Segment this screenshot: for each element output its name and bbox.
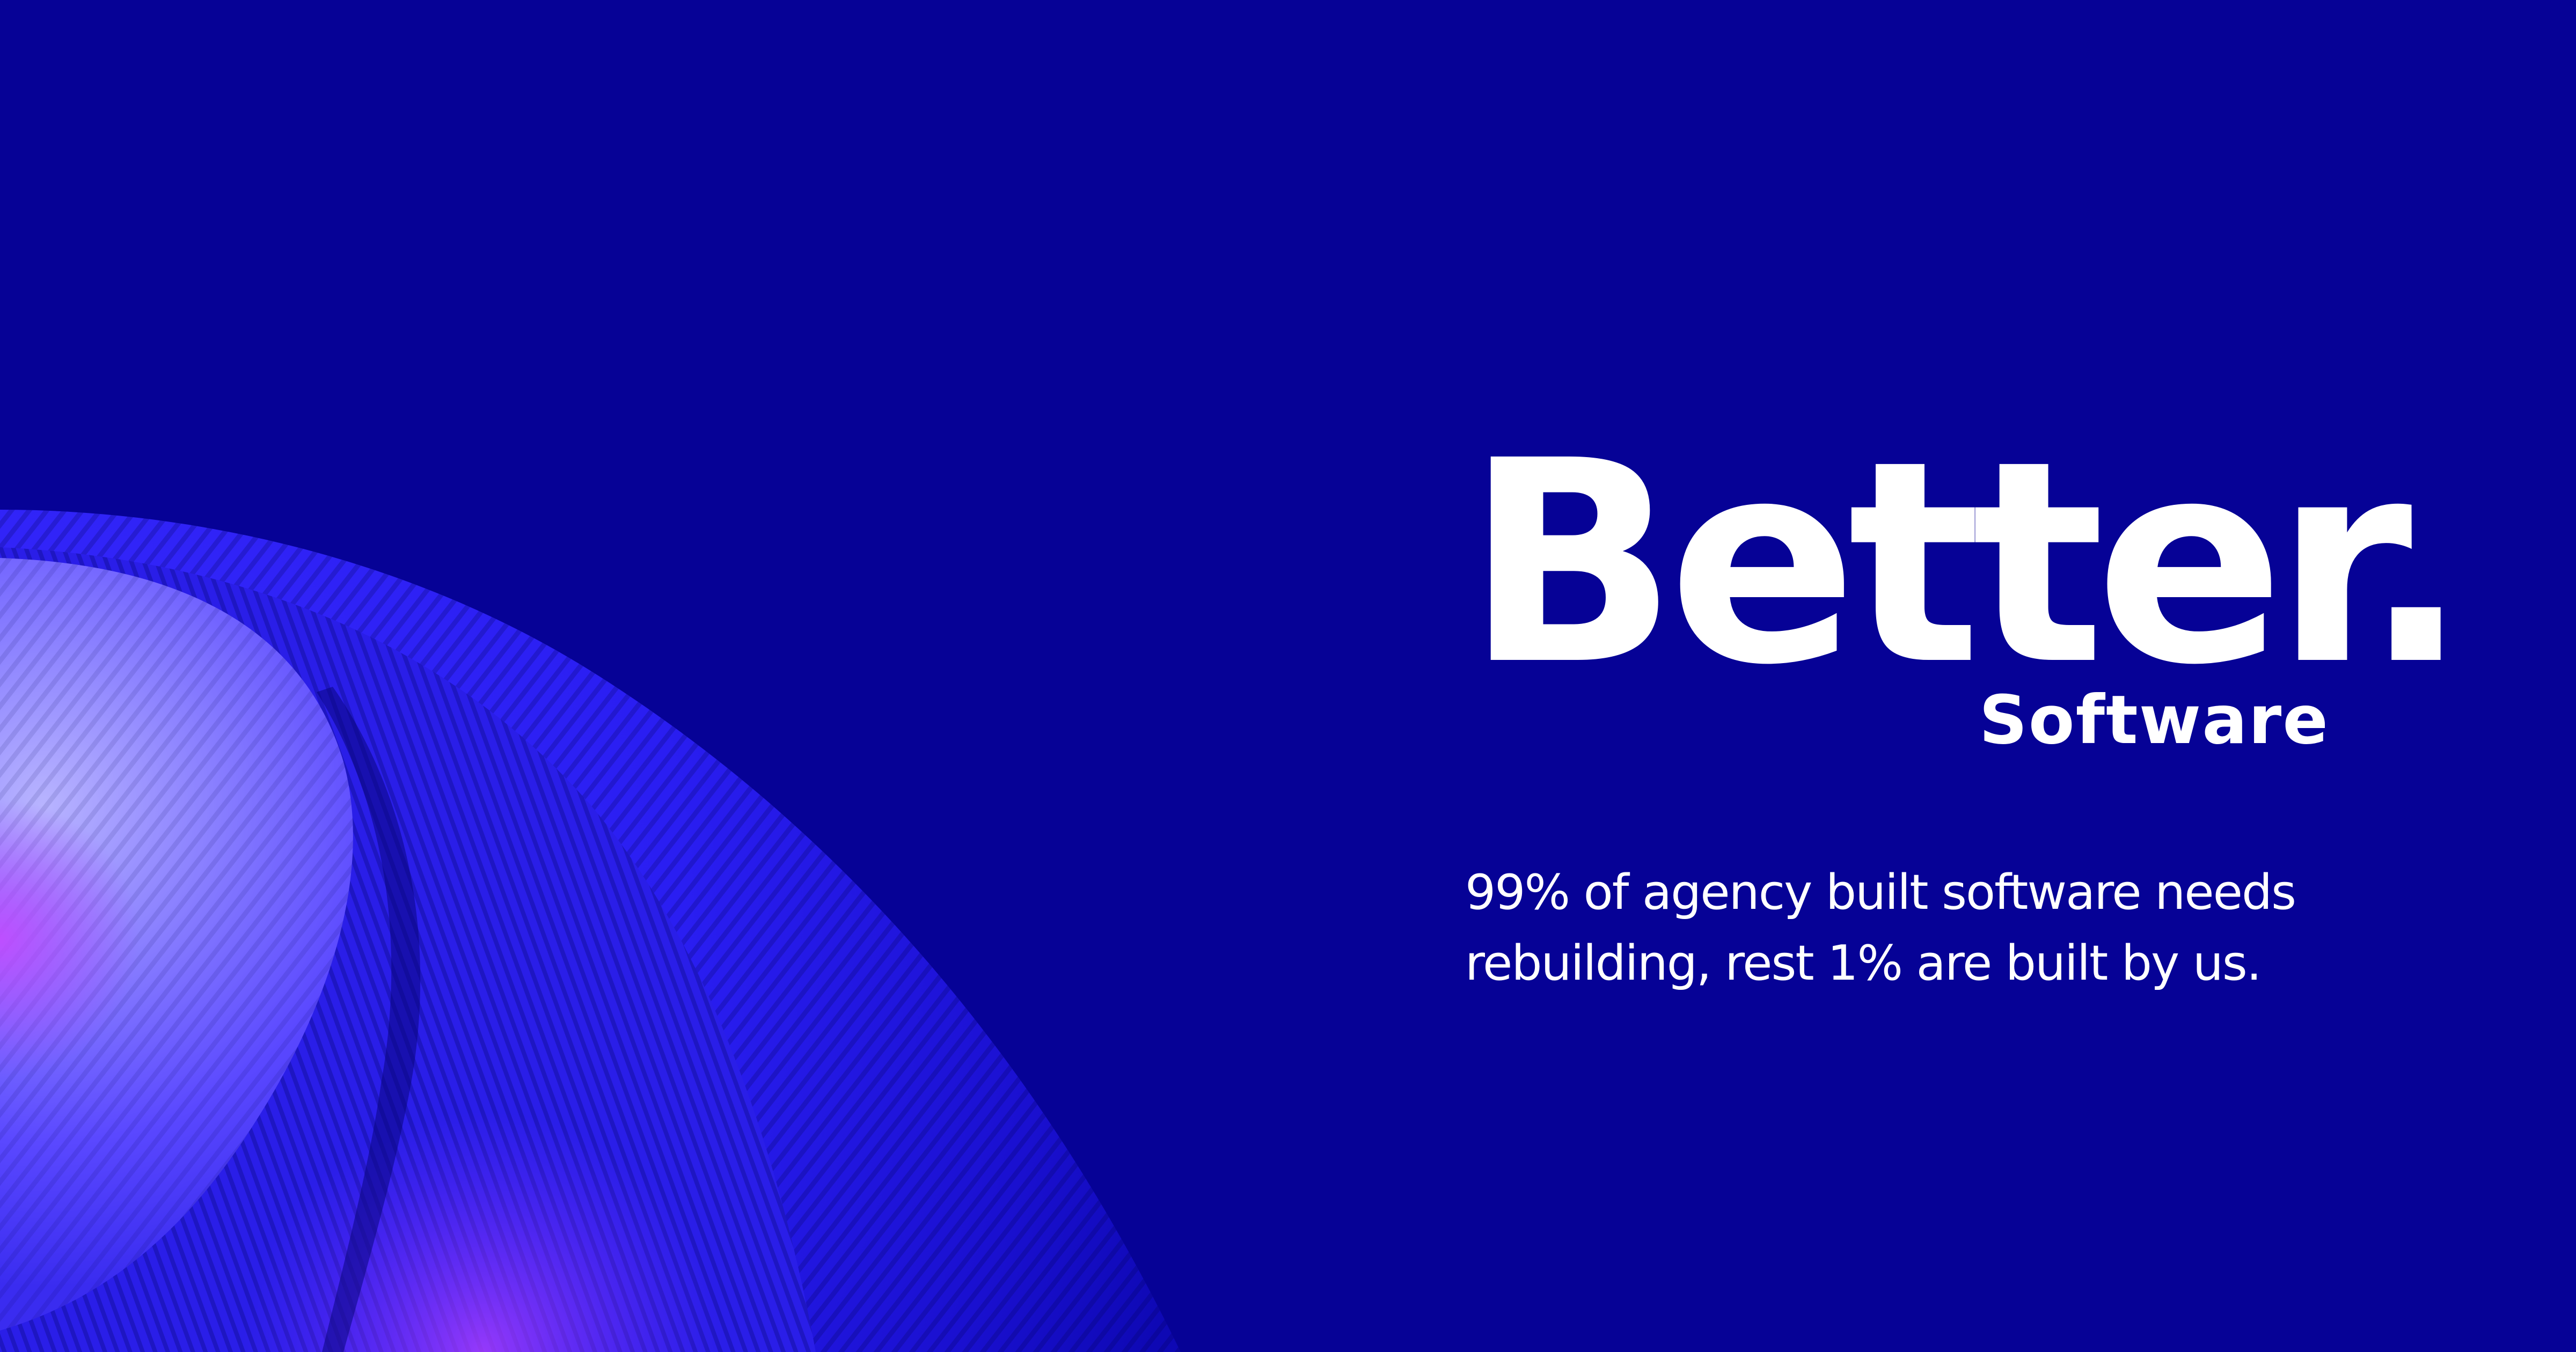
tagline: 99% of agency built software needs rebui… — [1465, 857, 2377, 999]
hero-banner: Better. Software 99% of agency built sof… — [0, 0, 2576, 1352]
subheadline: Software — [1979, 681, 2329, 759]
tagline-line: rebuilding, rest 1% are built by us. — [1465, 935, 2262, 991]
headline: Better. — [1465, 401, 2469, 726]
brand-lockup: Better. Software — [1465, 424, 2469, 773]
tagline-line: 99% of agency built software needs — [1465, 864, 2296, 921]
abstract-wave-artwork — [0, 510, 1181, 1352]
